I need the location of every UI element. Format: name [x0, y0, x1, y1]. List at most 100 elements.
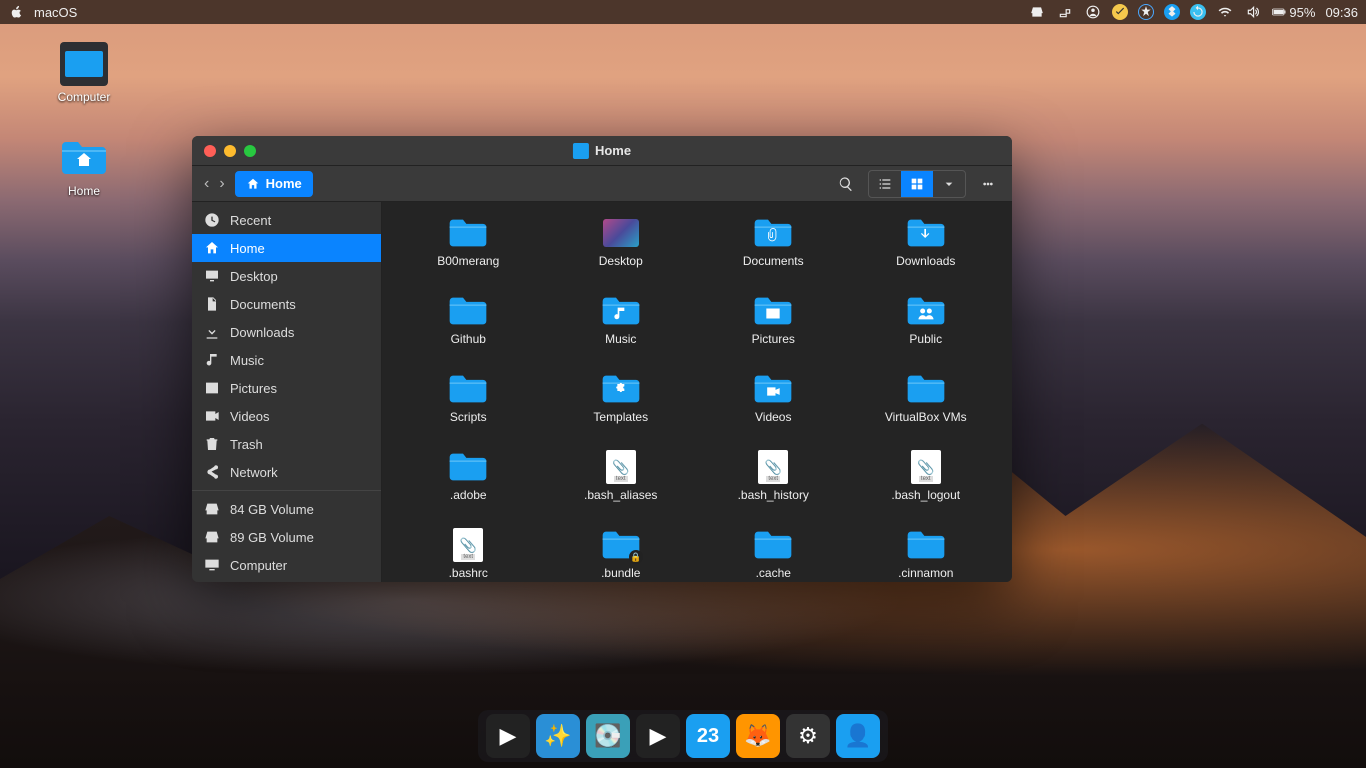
folder-icon	[906, 528, 946, 562]
dock-item-disk-utility[interactable]: 💽	[586, 714, 630, 758]
sidebar-item-84-gb-volume[interactable]: 84 GB Volume	[192, 495, 381, 523]
titlebar[interactable]: Home	[192, 136, 1012, 166]
view-switcher	[868, 170, 966, 198]
dock-item-people-app[interactable]: 👤	[836, 714, 880, 758]
grid-item-downloads[interactable]: Downloads	[850, 216, 1003, 292]
tray-wifi-icon[interactable]	[1216, 3, 1234, 21]
text-file-icon: 📎	[453, 528, 483, 562]
sidebar-item-label: Documents	[230, 297, 296, 312]
grid-item-adobe[interactable]: .adobe	[392, 450, 545, 526]
grid-item-videos[interactable]: Videos	[697, 372, 850, 448]
more-menu-button[interactable]	[972, 171, 1004, 197]
dock-item-calendar[interactable]: 23	[686, 714, 730, 758]
view-grid-button[interactable]	[901, 171, 933, 197]
folder-icon	[601, 294, 641, 328]
app-menu-label[interactable]: macOS	[34, 5, 77, 20]
grid-item-label: Templates	[593, 410, 648, 424]
dock-item-firefox[interactable]: 🦊	[736, 714, 780, 758]
folder-icon	[753, 372, 793, 406]
sidebar-item-desktop[interactable]: Desktop	[192, 262, 381, 290]
grid-item-cache[interactable]: .cache	[697, 528, 850, 582]
search-button[interactable]	[830, 171, 862, 197]
file-manager-window: Home ‹ › Home Recent Home Desktop Documents…	[192, 136, 1012, 582]
grid-item-public[interactable]: Public	[850, 294, 1003, 370]
dock-item-media-player-2[interactable]: ▶	[636, 714, 680, 758]
tray-appstore-icon[interactable]	[1138, 4, 1154, 20]
computer-icon	[204, 557, 220, 573]
trash-icon	[204, 436, 220, 452]
file-grid: B00merangDesktop Documents Downloads Github…	[382, 202, 1012, 582]
grid-item-label: .cache	[756, 566, 791, 580]
grid-item-virtualbox-vms[interactable]: VirtualBox VMs	[850, 372, 1003, 448]
close-button[interactable]	[204, 145, 216, 157]
grid-item-music[interactable]: Music	[545, 294, 698, 370]
desktop-icon-home[interactable]: Home	[40, 136, 128, 198]
document-icon	[204, 296, 220, 312]
grid-item-b00merang[interactable]: B00merang	[392, 216, 545, 292]
grid-item-bash_aliases[interactable]: 📎.bash_aliases	[545, 450, 698, 526]
sidebar-item-label: Videos	[230, 409, 270, 424]
sidebar-item-trash[interactable]: Trash	[192, 430, 381, 458]
tray-window-icon[interactable]	[1056, 3, 1074, 21]
nav-forward-button[interactable]: ›	[219, 175, 224, 193]
sidebar-item-home[interactable]: Home	[192, 234, 381, 262]
grid-item-bash_history[interactable]: 📎.bash_history	[697, 450, 850, 526]
grid-item-templates[interactable]: Templates	[545, 372, 698, 448]
dock-item-settings[interactable]: ⚙	[786, 714, 830, 758]
grid-item-bundle[interactable]: 🔒.bundle	[545, 528, 698, 582]
sidebar-item-documents[interactable]: Documents	[192, 290, 381, 318]
grid-item-bash_logout[interactable]: 📎 .bash_logout	[850, 450, 1003, 526]
sidebar-item-label: Computer	[230, 558, 287, 573]
desktop-icon-computer[interactable]: Computer	[40, 42, 128, 104]
home-icon	[204, 240, 220, 256]
text-file-icon: 📎	[911, 450, 941, 484]
tray-sync-icon[interactable]	[1190, 4, 1206, 20]
sidebar-item-network[interactable]: Network	[192, 458, 381, 486]
dock-item-media-player-1[interactable]: ▶	[486, 714, 530, 758]
dock: ▶✨💽▶23🦊⚙👤	[478, 710, 888, 762]
sidebar-item-89-gb-volume[interactable]: 89 GB Volume	[192, 523, 381, 551]
tray-volume-icon[interactable]	[1244, 3, 1262, 21]
location-home-chip[interactable]: Home	[235, 171, 313, 197]
folder-icon	[753, 528, 793, 562]
sidebar-item-label: Network	[230, 465, 278, 480]
grid-item-label: .adobe	[450, 488, 487, 502]
grid-item-pictures[interactable]: Pictures	[697, 294, 850, 370]
grid-item-scripts[interactable]: Scripts	[392, 372, 545, 448]
tray-drive-icon[interactable]	[1028, 3, 1046, 21]
tray-user-icon[interactable]	[1084, 3, 1102, 21]
grid-item-bashrc[interactable]: 📎.bashrc	[392, 528, 545, 582]
grid-item-documents[interactable]: Documents	[697, 216, 850, 292]
grid-item-github[interactable]: Github	[392, 294, 545, 370]
tray-shield-icon[interactable]	[1112, 4, 1128, 20]
sidebar-item-downloads[interactable]: Downloads	[192, 318, 381, 346]
grid-item-cinnamon[interactable]: .cinnamon	[850, 528, 1003, 582]
sidebar-item-label: Desktop	[230, 269, 278, 284]
sidebar-item-videos[interactable]: Videos	[192, 402, 381, 430]
grid-item-desktop[interactable]: Desktop	[545, 216, 698, 292]
grid-item-label: .cinnamon	[898, 566, 953, 580]
apple-menu-icon[interactable]	[8, 3, 26, 21]
window-title: Home	[573, 143, 631, 159]
sidebar-item-pictures[interactable]: Pictures	[192, 374, 381, 402]
sidebar-item-recent[interactable]: Recent	[192, 206, 381, 234]
sidebar-item-music[interactable]: Music	[192, 346, 381, 374]
minimize-button[interactable]	[224, 145, 236, 157]
sidebar-item-computer[interactable]: Computer	[192, 551, 381, 579]
grid-item-label: .bash_aliases	[584, 488, 657, 502]
view-options-button[interactable]	[933, 171, 965, 197]
clock[interactable]: 09:36	[1325, 5, 1358, 20]
maximize-button[interactable]	[244, 145, 256, 157]
tray-bluetooth-icon[interactable]	[1164, 4, 1180, 20]
grid-item-label: Public	[909, 332, 942, 346]
folder-icon	[753, 216, 793, 250]
tray-battery[interactable]: 95%	[1272, 3, 1315, 21]
sidebar-item-label: Recent	[230, 213, 271, 228]
monitor-icon	[204, 268, 220, 284]
clock-icon	[204, 212, 220, 228]
view-list-button[interactable]	[869, 171, 901, 197]
grid-item-label: .bash_logout	[891, 488, 960, 502]
nav-back-button[interactable]: ‹	[204, 175, 209, 193]
dock-item-wizard-app[interactable]: ✨	[536, 714, 580, 758]
grid-item-label: Documents	[743, 254, 804, 268]
